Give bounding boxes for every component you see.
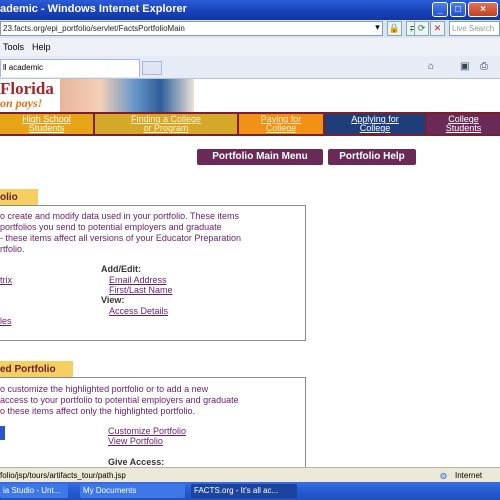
paragraph-line: portfolios you send to potential employe… xyxy=(0,222,222,232)
nav-applying-for-college[interactable]: Applying for College xyxy=(325,114,425,134)
taskbar: ia Studio - Unt... My Documents FACTS.or… xyxy=(0,482,500,500)
menu-help[interactable]: Help xyxy=(32,42,51,52)
status-text: folio/jsp/tours/artifacts_tour/path.jsp xyxy=(0,471,126,480)
nav-finding-a-college[interactable]: Finding a College or Program xyxy=(95,114,237,134)
paragraph-line: o customize the highlighted portfolio or… xyxy=(0,384,209,394)
maximize-button[interactable]: □ xyxy=(450,2,466,17)
window-title-bar: ademic - Windows Internet Explorer _ □ × xyxy=(0,0,500,20)
nav-label-line2: Students xyxy=(445,123,482,133)
print-icon[interactable]: ⎙ xyxy=(480,61,488,72)
paragraph-line: rtfolio. xyxy=(0,244,25,254)
taskbar-item-my-documents[interactable]: My Documents xyxy=(80,484,185,498)
email-address-link[interactable]: Email Address xyxy=(109,275,167,285)
stop-icon[interactable]: ✕ xyxy=(430,21,445,36)
view-portfolio-link[interactable]: View Portfolio xyxy=(108,436,163,446)
files-link[interactable]: les xyxy=(0,316,12,326)
nav-label-line2: or Program xyxy=(143,123,189,133)
minimize-button[interactable]: _ xyxy=(432,2,448,17)
globe-icon: ◍ xyxy=(440,471,447,480)
address-row: 23.facts.org/epi_portfolio/servlet/Facts… xyxy=(0,20,500,38)
taskbar-item-facts[interactable]: FACTS.org - It's all ac... xyxy=(191,484,297,498)
nav-label-line2: College xyxy=(265,123,297,133)
nav-college-students[interactable]: College Students xyxy=(427,114,500,134)
new-tab-button[interactable] xyxy=(142,61,162,75)
address-field[interactable]: 23.facts.org/epi_portfolio/servlet/Facts… xyxy=(0,21,383,36)
give-access-label: Give Access: xyxy=(108,457,165,467)
nav-label-line2: College xyxy=(359,123,391,133)
customize-portfolio-link[interactable]: Customize Portfolio xyxy=(108,426,186,436)
banner-photo xyxy=(60,79,194,112)
status-zone: Internet xyxy=(455,471,483,480)
live-search-input[interactable]: Live Search xyxy=(449,21,500,36)
status-bar: folio/jsp/tours/artifacts_tour/path.jsp … xyxy=(0,467,500,483)
portfolio-list-selection[interactable] xyxy=(0,426,5,440)
menu-tools[interactable]: Tools xyxy=(3,42,24,52)
portfolio-help-button[interactable]: Portfolio Help xyxy=(328,149,416,165)
first-last-name-link[interactable]: First/Last Name xyxy=(109,285,173,295)
main-nav: High School Students Finding a College o… xyxy=(0,112,500,136)
menu-bar: Tools Help xyxy=(0,38,500,57)
view-label: View: xyxy=(101,295,125,305)
section-header-portfolio: olio xyxy=(0,189,38,206)
portfolio-main-menu-button[interactable]: Portfolio Main Menu xyxy=(197,149,323,165)
home-icon[interactable]: ⌂ xyxy=(428,61,434,72)
nav-paying-for-college[interactable]: Paying for College xyxy=(239,114,323,134)
refresh-icon[interactable]: ⟳ xyxy=(414,21,429,36)
paragraph-line: - these items affect all versions of you… xyxy=(0,233,241,243)
taskbar-item-media-studio[interactable]: ia Studio - Unt... xyxy=(0,484,68,498)
matrix-link[interactable]: trix xyxy=(0,275,12,285)
nav-label-line2: Students xyxy=(28,123,65,133)
paragraph-line: o create and modify data used in your po… xyxy=(0,211,239,221)
add-edit-label: Add/Edit: xyxy=(101,264,141,274)
nav-high-school-students[interactable]: High School Students xyxy=(0,114,93,134)
brand-tagline: on pays! xyxy=(0,96,43,110)
feeds-icon[interactable]: ▣ xyxy=(460,61,469,72)
section-header-highlighted-portfolio: ed Portfolio xyxy=(0,361,73,378)
site-banner: Florida on pays! xyxy=(0,79,500,112)
close-window-button[interactable]: × xyxy=(468,2,498,17)
tab-bar: ll academic ⌂ ▣ ⎙ xyxy=(0,56,500,79)
tab-facts[interactable]: ll academic xyxy=(0,59,140,77)
lock-icon[interactable]: 🔒 xyxy=(387,21,402,36)
access-details-link[interactable]: Access Details xyxy=(109,306,168,316)
paragraph-line: access to your portfolio to potential em… xyxy=(0,395,239,405)
paragraph-line: o these items affect only the highlighte… xyxy=(0,406,195,416)
dropdown-icon[interactable]: ▾ xyxy=(370,21,385,36)
window-title: ademic - Windows Internet Explorer xyxy=(0,3,187,15)
